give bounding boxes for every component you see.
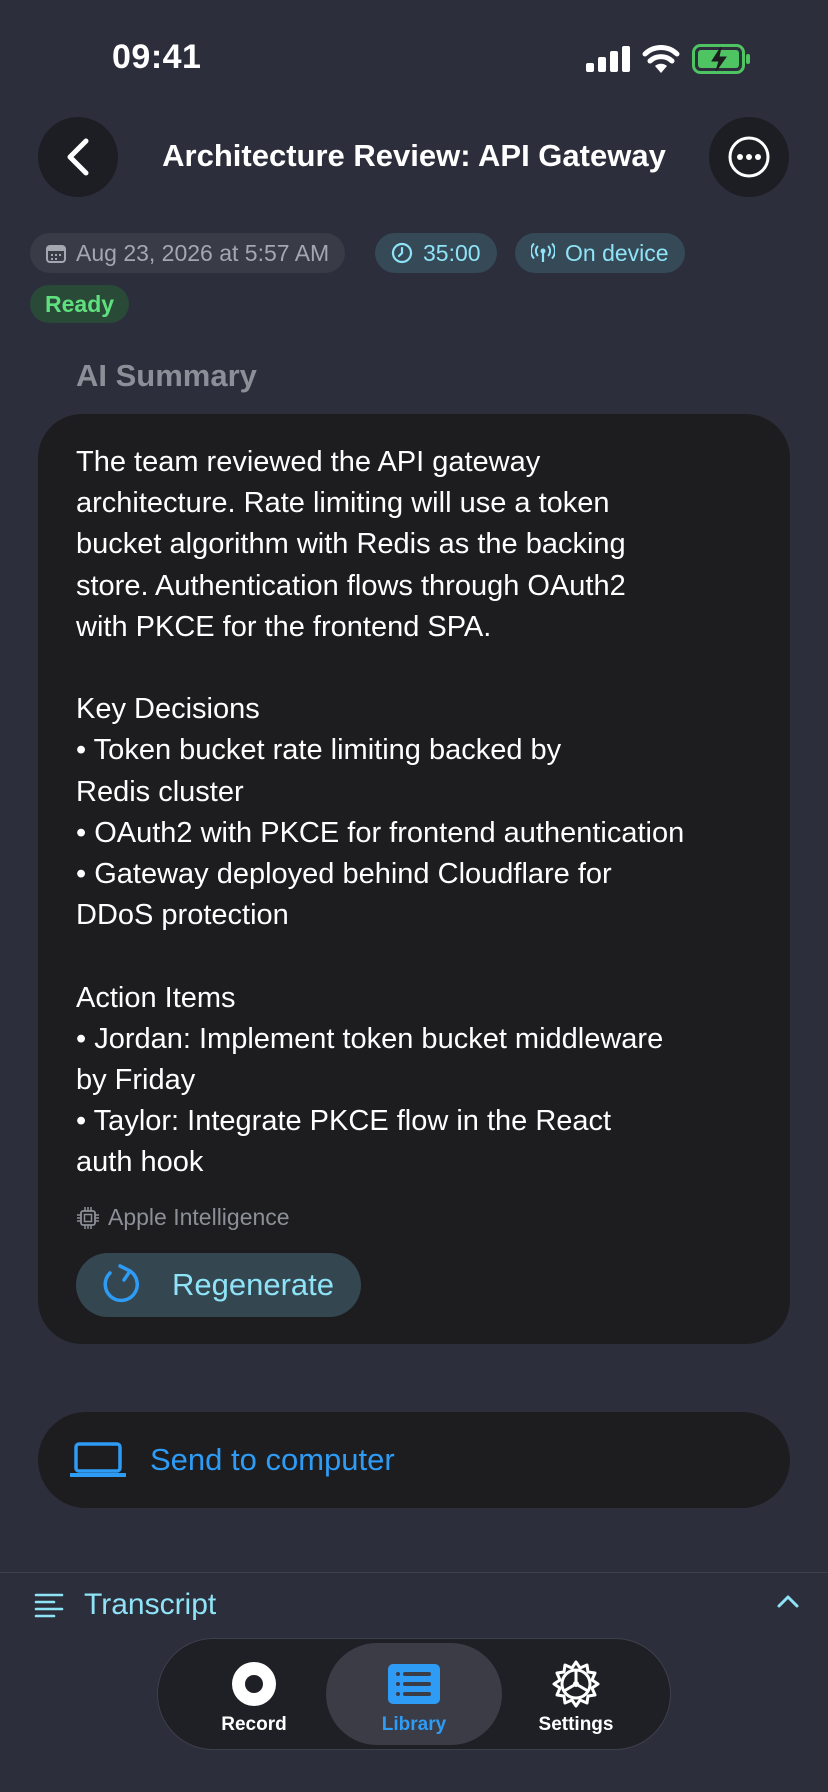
clock-icon (391, 242, 413, 264)
laptop-icon (70, 1442, 126, 1477)
ai-source: Apple Intelligence (76, 1204, 290, 1231)
transcript-toggle[interactable]: Transcript (34, 1585, 800, 1625)
tab-settings-label: Settings (538, 1714, 614, 1735)
cellular-signal-icon (586, 46, 630, 72)
on-device-chip: On device (515, 233, 685, 273)
transcript-label: Transcript (84, 1588, 217, 1621)
tab-bar: Record Library Settings (157, 1638, 671, 1750)
back-button[interactable] (38, 117, 118, 197)
date-label: Aug 23, 2026 at 5:57 AM (76, 239, 330, 266)
ai-summary-card: The team reviewed the API gateway archit… (38, 414, 790, 1344)
wifi-icon (642, 45, 680, 73)
chevron-left-icon (67, 138, 89, 176)
duration-label: 35:00 (423, 239, 481, 266)
date-chip: Aug 23, 2026 at 5:57 AM (30, 233, 346, 273)
transcript-divider (0, 1572, 828, 1573)
tab-settings[interactable]: Settings (488, 1643, 664, 1745)
status-time: 09:41 (112, 38, 202, 76)
tab-record-label: Record (221, 1714, 287, 1735)
library-icon (388, 1664, 440, 1704)
regenerate-button[interactable]: Regenerate (76, 1253, 361, 1317)
on-device-label: On device (565, 239, 669, 266)
chip-icon (77, 1206, 99, 1229)
record-icon (232, 1662, 276, 1706)
tab-library-label: Library (381, 1714, 447, 1735)
more-options-icon (728, 136, 770, 178)
summary-text: The team reviewed the API gateway archit… (76, 446, 685, 1179)
ai-summary-heading: AI Summary (76, 358, 257, 393)
more-options-button[interactable] (709, 117, 789, 197)
status-badge: Ready (30, 285, 130, 323)
ai-source-label: Apple Intelligence (108, 1204, 290, 1230)
antenna-icon (531, 243, 555, 262)
tab-library[interactable]: Library (326, 1643, 502, 1745)
send-to-computer-button[interactable]: Send to computer (38, 1412, 790, 1508)
tab-record[interactable]: Record (166, 1643, 342, 1745)
refresh-icon (103, 1264, 139, 1303)
status-bar: 09:41 (0, 0, 828, 120)
battery-charging-icon (692, 44, 750, 74)
chevron-up-icon[interactable] (776, 1593, 800, 1609)
send-to-computer-label: Send to computer (150, 1442, 395, 1477)
regenerate-label: Regenerate (172, 1267, 335, 1302)
duration-chip: 35:00 (375, 233, 497, 273)
text-lines-icon (34, 1593, 64, 1618)
page-title: Architecture Review: API Gateway (162, 138, 666, 173)
gear-icon (552, 1660, 600, 1708)
calendar-icon (46, 245, 66, 263)
